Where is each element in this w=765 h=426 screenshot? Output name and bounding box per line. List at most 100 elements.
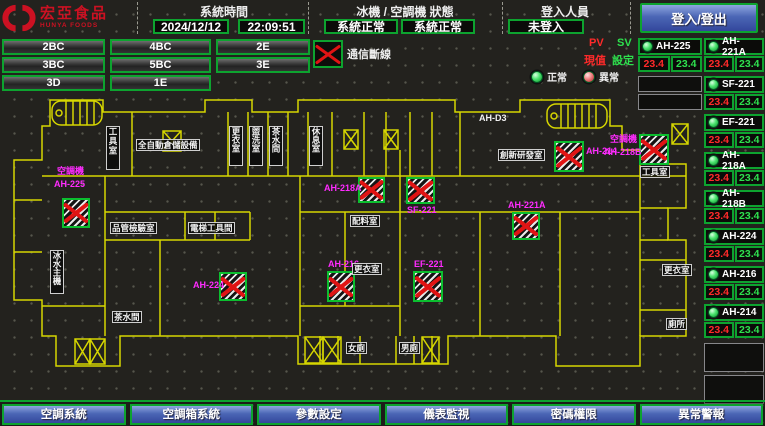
device-label: AH-218A (324, 184, 362, 194)
equipment-values: 23.4 23.4 (704, 94, 764, 110)
room-label: 盥洗室 (249, 126, 263, 166)
equipment-name: EF-221 (722, 117, 755, 128)
equipment-values: 23.4 23.4 (704, 322, 764, 338)
header-divider (502, 2, 503, 34)
room-label: 茶水間 (112, 311, 142, 323)
empty-slot (704, 343, 764, 372)
logo-title: 宏亞食品 (40, 6, 108, 21)
equipment-name-button[interactable]: AH-221A (704, 38, 764, 55)
room-label: 配料室 (350, 215, 380, 227)
sv-value: 23.4 (735, 94, 765, 110)
equipment-column-left: AH-225 23.4 23.4 (638, 38, 702, 112)
floor-button[interactable]: 2BC (2, 39, 105, 55)
toolbar-button[interactable]: 異常警報 (640, 404, 764, 425)
device-label: EF-221 (414, 260, 444, 270)
room-label: 創新研發室 (498, 149, 545, 161)
device-label: 空調機 (57, 167, 84, 177)
device-icon-disconnected[interactable] (554, 141, 584, 172)
sv-value: 23.4 (671, 56, 703, 72)
system-clock-value: 22:09:51 (238, 19, 305, 34)
status-led-icon (708, 269, 719, 280)
equipment-unit: AH-224 23.4 23.4 (704, 228, 764, 266)
status-legend: 正常 異常 (531, 69, 619, 84)
device-icon-disconnected[interactable] (413, 271, 443, 302)
equipment-name: AH-218B (722, 188, 762, 210)
equipment-values: 23.4 23.4 (704, 132, 764, 148)
disconnect-legend-label: 通信斷線 (347, 46, 391, 62)
room-label: 廁所 (666, 318, 687, 330)
equipment-values: 23.4 23.4 (638, 56, 702, 72)
equipment-name-button[interactable]: SF-221 (704, 76, 764, 93)
equipment-unit: EF-221 23.4 23.4 (704, 114, 764, 152)
status-led-icon (708, 41, 719, 52)
floor-button[interactable]: 5BC (110, 57, 211, 73)
floor-button[interactable]: 3D (2, 75, 105, 91)
device-icon-disconnected[interactable] (406, 177, 435, 204)
hunya-logo-icon (2, 2, 36, 34)
floor-button[interactable]: 3E (216, 57, 310, 73)
device-label: AH-218B (604, 148, 642, 158)
system-time-label: 系統時間 (142, 3, 306, 20)
pv-value: 23.4 (704, 284, 734, 300)
equipment-unit: SF-221 23.4 23.4 (704, 76, 764, 114)
device-label: 空調機 (610, 135, 637, 145)
sv-label: SV (617, 37, 632, 49)
header-divider (630, 2, 631, 34)
room-label: 品管檢驗室 (110, 222, 157, 234)
normal-led-icon (531, 71, 543, 83)
equipment-name-button[interactable]: AH-225 (638, 38, 702, 55)
room-label: 工具室 (640, 166, 670, 178)
status-led-icon (708, 193, 719, 204)
equipment-name-button[interactable]: AH-224 (704, 228, 764, 245)
equipment-values: 23.4 23.4 (704, 56, 764, 72)
equipment-unit: AH-216 23.4 23.4 (704, 266, 764, 304)
equipment-name-button[interactable]: AH-214 (704, 304, 764, 321)
floor-button[interactable]: 4BC (110, 39, 211, 55)
pv-value: 23.4 (704, 94, 734, 110)
toolbar-button[interactable]: 空調箱系統 (130, 404, 254, 425)
hmi-screen: 空調機 AH-225 AH-218A SF-221 AH-214 空調機 AH-… (0, 0, 765, 426)
chiller-status-value: 系統正常 (324, 19, 398, 34)
device-label: AH-225 (54, 180, 85, 190)
floor-button[interactable]: 3BC (2, 57, 105, 73)
sv-value: 23.4 (735, 246, 765, 262)
room-label: AH-D3 (478, 113, 508, 123)
device-icon-disconnected[interactable] (62, 198, 90, 228)
toolbar-button[interactable]: 參數設定 (257, 404, 381, 425)
bottom-toolbar: 空調系統 空調箱系統 參數設定 儀表監視 密碼權限 異常警報 (0, 400, 765, 426)
logo-subtitle: HUNYA FOODS (40, 23, 108, 30)
room-label: 更衣室 (352, 263, 382, 275)
equipment-name-button[interactable]: EF-221 (704, 114, 764, 131)
equipment-values: 23.4 23.4 (704, 170, 764, 186)
room-label: 電梯工具間 (188, 222, 235, 234)
floor-button[interactable]: 1E (110, 75, 211, 91)
equipment-values: 23.4 23.4 (704, 246, 764, 262)
pv-value: 23.4 (704, 170, 734, 186)
login-user-value: 未登入 (508, 19, 584, 34)
equipment-name: AH-221A (722, 36, 762, 58)
sv-value: 23.4 (735, 208, 765, 224)
abnormal-label: 異常 (599, 69, 619, 84)
room-label: 休息室 (309, 126, 323, 166)
device-icon-disconnected[interactable] (639, 134, 669, 165)
equipment-name-button[interactable]: AH-218B (704, 190, 764, 207)
device-label: SF-221 (407, 206, 437, 216)
toolbar-button[interactable]: 密碼權限 (512, 404, 636, 425)
login-logout-button[interactable]: 登入/登出 (640, 3, 758, 33)
abnormal-led-icon (583, 71, 595, 83)
equipment-name-button[interactable]: AH-218A (704, 152, 764, 169)
toolbar-button[interactable]: 空調系統 (2, 404, 126, 425)
toolbar-button[interactable]: 儀表監視 (385, 404, 509, 425)
disconnect-legend-icon (313, 40, 343, 68)
device-icon-disconnected[interactable] (512, 212, 540, 240)
device-icon-disconnected[interactable] (327, 271, 355, 302)
equipment-name-button[interactable]: AH-216 (704, 266, 764, 283)
status-led-icon (708, 79, 719, 90)
room-label: 茶水間 (269, 126, 283, 166)
equipment-name: SF-221 (722, 79, 755, 90)
status-led-icon (642, 41, 653, 52)
device-icon-disconnected[interactable] (358, 177, 385, 203)
sv-value: 23.4 (735, 284, 765, 300)
equipment-name: AH-214 (722, 307, 756, 318)
floor-button[interactable]: 2E (216, 39, 310, 55)
